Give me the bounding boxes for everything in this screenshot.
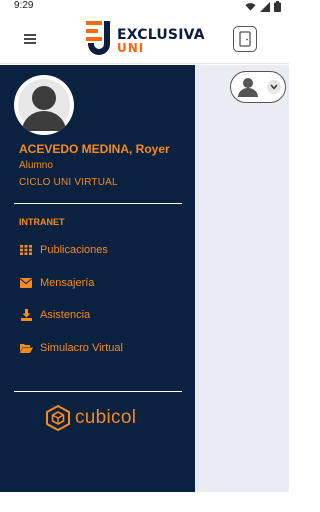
chevron-down-icon <box>267 80 281 94</box>
hamburger-icon[interactable] <box>22 31 38 47</box>
cube-icon <box>46 405 70 431</box>
grid-icon <box>19 243 33 257</box>
user-icon <box>238 78 258 97</box>
battery-icon <box>274 1 281 12</box>
divider <box>14 391 182 392</box>
sidebar-item-mensajeria[interactable]: Mensajería <box>19 274 94 292</box>
status-icons <box>245 1 281 12</box>
status-bar: 9:29 <box>0 0 289 14</box>
sidebar: ACEVEDO MEDINA, Royer Alumno CICLO UNI V… <box>0 65 195 492</box>
status-time: 9:29 <box>14 0 34 11</box>
wifi-icon <box>245 2 256 11</box>
avatar <box>14 75 74 135</box>
main-content <box>195 65 289 512</box>
signal-icon <box>260 1 270 12</box>
sidebar-item-asistencia[interactable]: Asistencia <box>19 306 90 324</box>
sidebar-item-label: Asistencia <box>40 309 91 321</box>
logo-text: EXCLUSIVA <box>117 27 205 43</box>
bottom-strip <box>0 492 289 512</box>
sidebar-item-publicaciones[interactable]: Publicaciones <box>19 241 108 259</box>
app-bar: EXCLUSIVA UNI <box>0 14 289 64</box>
exclusiva-uni-logo: EXCLUSIVA UNI <box>82 18 205 60</box>
user-name: ACEVEDO MEDINA, Royer <box>19 142 170 156</box>
door-icon <box>239 31 251 47</box>
brand-text: cubicol <box>75 407 137 428</box>
divider <box>14 203 182 204</box>
section-title: INTRANET <box>19 217 65 227</box>
cubicol-logo: cubicol <box>46 405 136 431</box>
download-icon <box>19 308 33 322</box>
exit-button[interactable] <box>233 26 257 52</box>
folder-open-icon <box>19 341 33 355</box>
sidebar-item-label: Mensajería <box>40 277 95 289</box>
logo-mark-icon <box>86 21 110 55</box>
sidebar-item-label: Simulacro Virtual <box>40 342 123 354</box>
user-role: Alumno <box>19 160 53 171</box>
logo-subtext: UNI <box>117 41 145 55</box>
user-program: CICLO UNI VIRTUAL <box>19 177 118 188</box>
user-menu-button[interactable] <box>230 71 286 103</box>
sidebar-item-label: Publicaciones <box>40 244 108 256</box>
sidebar-item-simulacro-virtual[interactable]: Simulacro Virtual <box>19 339 123 357</box>
envelope-icon <box>19 276 33 290</box>
